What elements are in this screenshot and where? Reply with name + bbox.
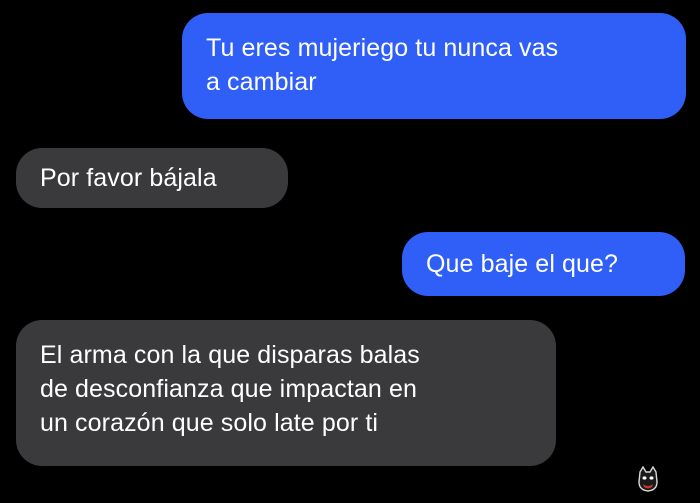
message-thread: Tu eres mujeriego tu nunca vas a cambiar… — [0, 0, 700, 503]
received-message-bubble[interactable]: El arma con la que disparas balas de des… — [16, 320, 556, 466]
cat-face-icon — [637, 465, 659, 492]
message-text-line: de desconfianza que impactan en — [40, 375, 417, 403]
sent-message-bubble[interactable]: Tu eres mujeriego tu nunca vas a cambiar — [182, 13, 686, 119]
message-text-line: Tu eres mujeriego tu nunca vas — [206, 34, 559, 62]
message-text-line: a cambiar — [206, 68, 317, 96]
sent-message-bubble[interactable]: Que baje el que? — [402, 232, 685, 296]
message-text-line: Que baje el que? — [426, 250, 619, 278]
message-text-line: Por favor bájala — [40, 164, 217, 192]
message-text-line: un corazón que solo late por ti — [40, 409, 379, 437]
received-message-bubble[interactable]: Por favor bájala — [16, 148, 288, 208]
message-text-line: El arma con la que disparas balas — [40, 341, 420, 369]
